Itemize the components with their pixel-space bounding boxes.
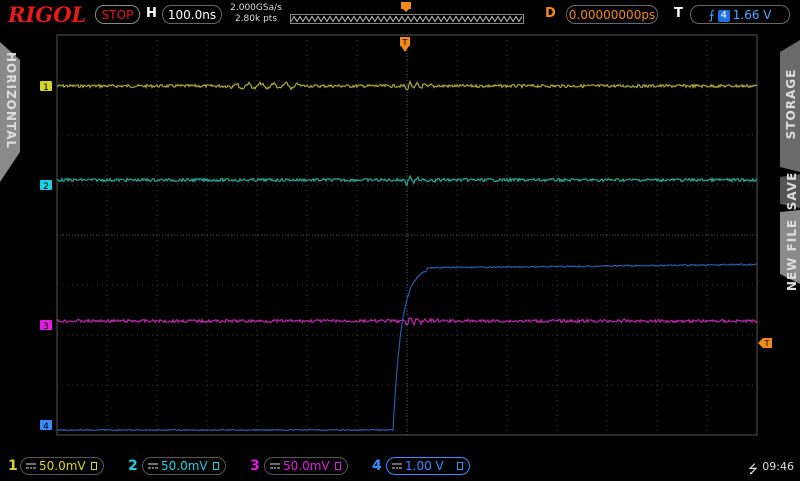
trigger-source-badge: 4	[717, 9, 730, 22]
trigger-level-label: T	[764, 339, 770, 348]
channel-4-scale-box[interactable]: 1.00 V	[386, 457, 470, 475]
trigger-position-label: T	[402, 38, 408, 47]
dc-coupling-icon	[26, 463, 36, 469]
channel-1-marker[interactable]: 1	[40, 81, 52, 93]
channel-2-status[interactable]: 2 50.0mV	[122, 456, 237, 476]
channel-4-status[interactable]: 4 1.00 V	[366, 456, 476, 476]
top-status-bar: RIGOL STOP H 100.0ns 2.000GSa/s 2.80k pt…	[0, 0, 800, 32]
trigger-position-marker[interactable]: T	[400, 37, 410, 52]
channel-4-number: 4	[372, 458, 382, 474]
save-tab[interactable]: SAVE	[785, 166, 799, 216]
channel-status-bar: 1 50.0mV 2 50.0mV 3 50.0mV 4 1.00 V ⭍ 09…	[0, 452, 800, 480]
horizontal-tab[interactable]: HORIZONTAL	[4, 52, 18, 149]
new-file-tab[interactable]: NEW FILE	[785, 215, 799, 295]
channel-3-scale-box[interactable]: 50.0mV	[264, 457, 348, 475]
channel-1-marker-label: 1	[43, 83, 49, 93]
trigger-position-icon	[401, 2, 411, 12]
sample-rate: 2.000GSa/s	[230, 3, 282, 13]
channel-3-scale: 50.0mV	[283, 459, 330, 473]
channel-3-marker[interactable]: 3	[40, 320, 52, 332]
timebase-value[interactable]: 100.0ns	[162, 5, 222, 24]
channel-1-scale: 50.0mV	[39, 459, 86, 473]
channel-4-scale: 1.00 V	[405, 459, 444, 473]
trigger-setting[interactable]: ⨍ 4 1.66 V	[690, 5, 790, 24]
channel-4-bw-icon	[457, 462, 463, 470]
horizontal-label: H	[146, 6, 157, 21]
channel-1-status[interactable]: 1 50.0mV	[0, 456, 115, 476]
acquisition-info: 2.000GSa/s 2.80k pts	[228, 3, 284, 25]
channel-4-marker-label: 4	[43, 422, 49, 432]
channel-3-bw-icon	[335, 462, 341, 470]
channel-1-bw-icon	[91, 462, 97, 470]
channel-2-scale: 50.0mV	[161, 459, 208, 473]
trigger-level: 1.66 V	[732, 8, 772, 22]
channel-3-status[interactable]: 3 50.0mV	[244, 456, 359, 476]
dc-coupling-icon	[392, 463, 402, 469]
memory-overview-strip	[290, 14, 524, 24]
channel-3-marker-label: 3	[43, 322, 49, 332]
channel-2-marker-label: 2	[43, 182, 49, 192]
channel-2-bw-icon	[213, 462, 219, 470]
channel-2-marker[interactable]: 2	[40, 180, 52, 192]
waveform-display[interactable]: 1 2 3 4 T T HORIZONTAL STORAGE SAVE NEW FILE	[0, 32, 800, 452]
channel-2-number: 2	[128, 458, 138, 474]
clock: 09:46	[762, 460, 794, 473]
channel-4-marker[interactable]: 4	[40, 420, 52, 432]
rigol-logo: RIGOL	[8, 2, 87, 27]
channel-1-number: 1	[8, 458, 18, 474]
memory-depth: 2.80k pts	[234, 14, 278, 24]
usb-icon: ⭍	[748, 462, 758, 476]
dc-coupling-icon	[148, 463, 158, 469]
delay-value[interactable]: 0.00000000ps	[566, 5, 658, 24]
channel-2-scale-box[interactable]: 50.0mV	[142, 457, 226, 475]
channel-1-scale-box[interactable]: 50.0mV	[20, 457, 104, 475]
rising-edge-icon: ⨍	[708, 8, 715, 22]
trigger-label: T	[674, 6, 683, 21]
channel-3-number: 3	[250, 458, 260, 474]
channel-3-trace	[56, 317, 758, 327]
run-stop-indicator[interactable]: STOP	[95, 5, 140, 24]
storage-tab[interactable]: STORAGE	[784, 59, 800, 149]
trigger-level-marker[interactable]: T	[758, 338, 772, 348]
delay-label: D	[545, 6, 556, 21]
dc-coupling-icon	[270, 463, 280, 469]
